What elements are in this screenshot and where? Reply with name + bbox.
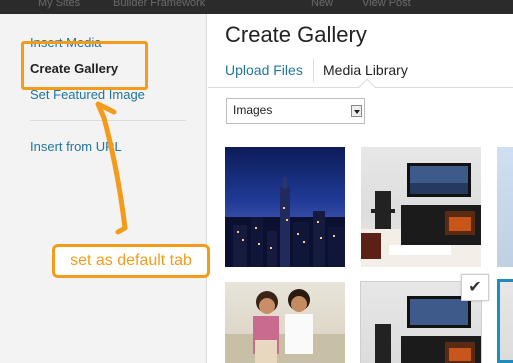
screenshot: My Sites Builder Framework New View Post… [0, 0, 513, 363]
annotation-arrow-icon [95, 101, 128, 235]
annotation-callout: set as default tab [52, 244, 210, 278]
